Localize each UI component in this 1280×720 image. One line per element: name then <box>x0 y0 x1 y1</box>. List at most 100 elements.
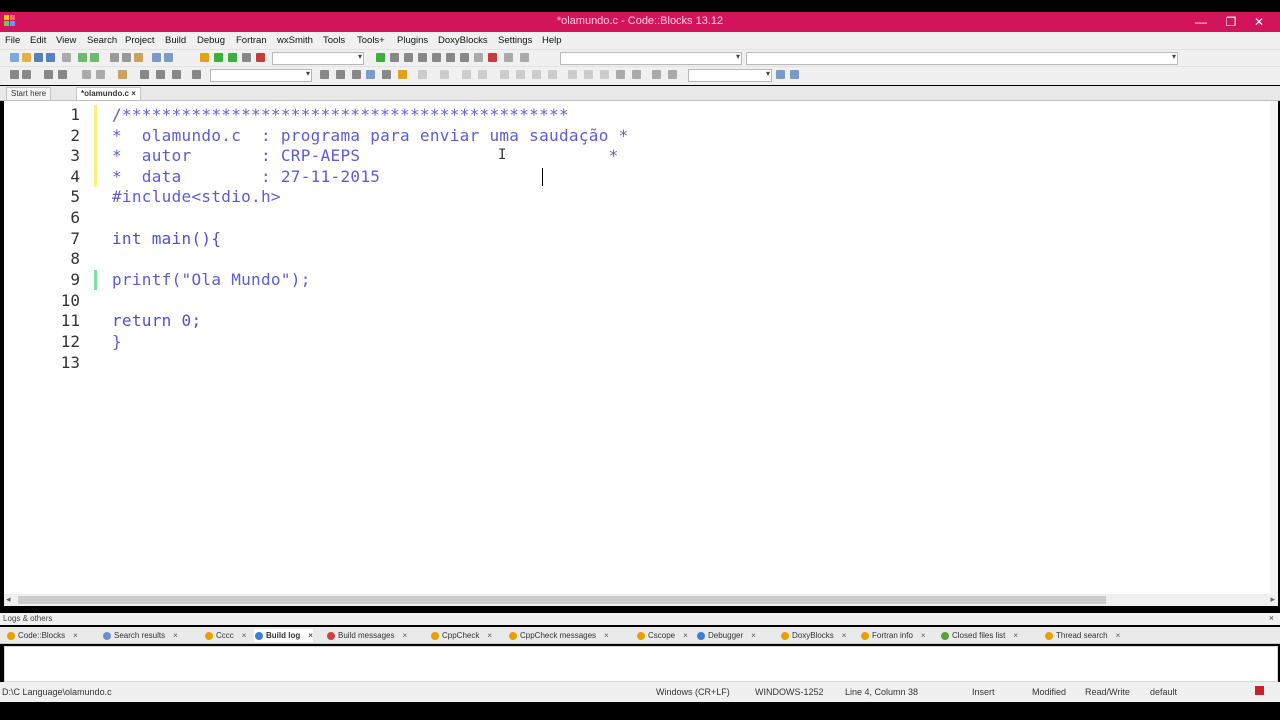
last-jump-icon[interactable] <box>172 70 181 79</box>
close-log-tab-icon[interactable]: × <box>921 631 926 640</box>
scroll-right-icon[interactable]: ▸ <box>1270 594 1275 605</box>
menu-plugins[interactable]: Plugins <box>397 35 428 46</box>
close-file-icon[interactable] <box>62 53 71 62</box>
save-icon[interactable] <box>34 53 43 62</box>
open-implementation-icon[interactable] <box>600 70 609 79</box>
menu-tools[interactable]: Tools <box>323 35 345 46</box>
next-instruction-icon[interactable] <box>446 53 455 62</box>
editor-horizontal-scrollbar[interactable]: ◂ ▸ <box>4 594 1278 606</box>
build-icon[interactable] <box>200 53 209 62</box>
log-tab-cppcheck[interactable]: CppCheck × <box>430 629 492 642</box>
rebuild-icon[interactable] <box>242 53 251 62</box>
close-log-tab-icon[interactable]: × <box>1013 631 1018 640</box>
code-editor[interactable]: 1 2 3 4 5 6 7 8 9 10 11 12 13 /*********… <box>4 101 1270 594</box>
toggle-comment-icon[interactable] <box>10 70 19 79</box>
step-into-instruction-icon[interactable] <box>460 53 469 62</box>
break-debugger-icon[interactable] <box>474 53 483 62</box>
run-icon[interactable] <box>214 53 223 62</box>
code-completion-function-dropdown[interactable]: ▾ <box>746 52 1178 65</box>
find-selected-icon[interactable] <box>352 70 361 79</box>
log-tab-closed-files-list[interactable]: Closed files list × <box>940 629 1018 642</box>
zoom-in-icon[interactable] <box>616 70 625 79</box>
search-symbol-icon[interactable] <box>776 70 785 79</box>
code-line-3[interactable]: * autor : CRP-AEPS * <box>112 146 619 165</box>
close-log-tab-icon[interactable]: × <box>308 631 313 640</box>
log-tab-cppcheck-messages[interactable]: CppCheck messages × <box>508 629 609 642</box>
tab-olamundo[interactable]: *olamundo.c × <box>76 87 141 100</box>
search-options-icon[interactable] <box>790 70 799 79</box>
log-tab-doxyblocks[interactable]: DoxyBlocks × <box>780 629 846 642</box>
close-log-tab-icon[interactable]: × <box>1116 631 1121 640</box>
new-file-icon[interactable] <box>10 53 19 62</box>
jump-forward-icon[interactable] <box>156 70 165 79</box>
step-out-icon[interactable] <box>432 53 441 62</box>
menu-wxsmith[interactable]: wxSmith <box>277 35 313 46</box>
search-text-dropdown[interactable]: ▾ <box>210 69 312 82</box>
stop-debugger-icon[interactable] <box>488 53 497 62</box>
code-line-9[interactable]: printf("Ola Mundo"); <box>112 270 311 289</box>
build-log-output[interactable] <box>4 646 1278 682</box>
match-brace-icon[interactable] <box>192 70 201 79</box>
fold-margin-comment[interactable] <box>94 105 97 187</box>
menu-tools-plus[interactable]: Tools+ <box>357 35 385 46</box>
scroll-left-icon[interactable]: ◂ <box>6 594 11 605</box>
log-tab-code-blocks[interactable]: Code::Blocks × <box>6 629 78 642</box>
menu-help[interactable]: Help <box>542 35 562 46</box>
step-into-icon[interactable] <box>418 53 427 62</box>
log-tab-search-results[interactable]: Search results × <box>102 629 178 642</box>
filter-icon[interactable] <box>652 70 661 79</box>
wrap-around-icon[interactable] <box>462 70 471 79</box>
open-declaration-icon[interactable] <box>584 70 593 79</box>
tab-start-here[interactable]: Start here <box>6 87 52 100</box>
log-tab-build-log[interactable]: Build log × <box>254 629 313 642</box>
selection-only-icon[interactable] <box>478 70 487 79</box>
run-to-cursor-icon[interactable] <box>390 53 399 62</box>
next-bookmark-icon[interactable] <box>58 70 67 79</box>
find-previous-icon[interactable] <box>320 70 329 79</box>
close-log-tab-icon[interactable]: × <box>173 631 178 640</box>
uncomment-icon[interactable] <box>22 70 31 79</box>
open-file-icon[interactable] <box>22 53 31 62</box>
regex-icon[interactable] <box>398 70 407 79</box>
code-line-5[interactable]: #include<stdio.h> <box>112 187 281 206</box>
log-tab-cccc[interactable]: Cccc × <box>204 629 246 642</box>
case-sensitive-icon[interactable] <box>418 70 427 79</box>
unindent-icon[interactable] <box>96 70 105 79</box>
debugging-windows-icon[interactable] <box>504 53 513 62</box>
close-log-tab-icon[interactable]: × <box>487 631 492 640</box>
close-log-tab-icon[interactable]: × <box>242 631 247 640</box>
whole-word-icon[interactable] <box>440 70 449 79</box>
find-icon[interactable] <box>152 53 161 62</box>
find-next-icon[interactable] <box>336 70 345 79</box>
menu-fortran[interactable]: Fortran <box>236 35 267 46</box>
abort-icon[interactable] <box>256 53 265 62</box>
code-completion-scope-dropdown[interactable]: ▾ <box>560 52 742 65</box>
save-all-icon[interactable] <box>46 53 55 62</box>
menu-project[interactable]: Project <box>125 35 155 46</box>
log-tab-debugger[interactable]: Debugger × <box>696 629 756 642</box>
code-line-2[interactable]: * olamundo.c : programa para enviar uma … <box>112 126 629 145</box>
log-tab-fortran-info[interactable]: Fortran info × <box>860 629 926 642</box>
menu-search[interactable]: Search <box>87 35 117 46</box>
next-line-icon[interactable] <box>404 53 413 62</box>
close-log-tab-icon[interactable]: × <box>751 631 756 640</box>
open-include-icon[interactable] <box>568 70 577 79</box>
log-tab-cscope[interactable]: Cscope × <box>636 629 688 642</box>
code-line-1[interactable]: /***************************************… <box>112 105 569 124</box>
debug-continue-icon[interactable] <box>376 53 385 62</box>
jump-back-icon[interactable] <box>140 70 149 79</box>
fullscreen-icon[interactable] <box>548 70 557 79</box>
indent-icon[interactable] <box>82 70 91 79</box>
menu-debug[interactable]: Debug <box>197 35 225 46</box>
toggle-panel-icon[interactable] <box>500 70 509 79</box>
menu-view[interactable]: View <box>56 35 76 46</box>
horizontal-scroll-thumb[interactable] <box>18 596 1106 604</box>
replace-next-icon[interactable] <box>382 70 391 79</box>
paste-icon[interactable] <box>134 53 143 62</box>
menu-edit[interactable]: Edit <box>30 35 46 46</box>
debug-info-icon[interactable] <box>520 53 529 62</box>
minimize-button[interactable]: — <box>1188 12 1214 32</box>
close-tab-icon[interactable]: × <box>131 89 136 98</box>
refresh-icon[interactable] <box>668 70 677 79</box>
redo-icon[interactable] <box>90 53 99 62</box>
